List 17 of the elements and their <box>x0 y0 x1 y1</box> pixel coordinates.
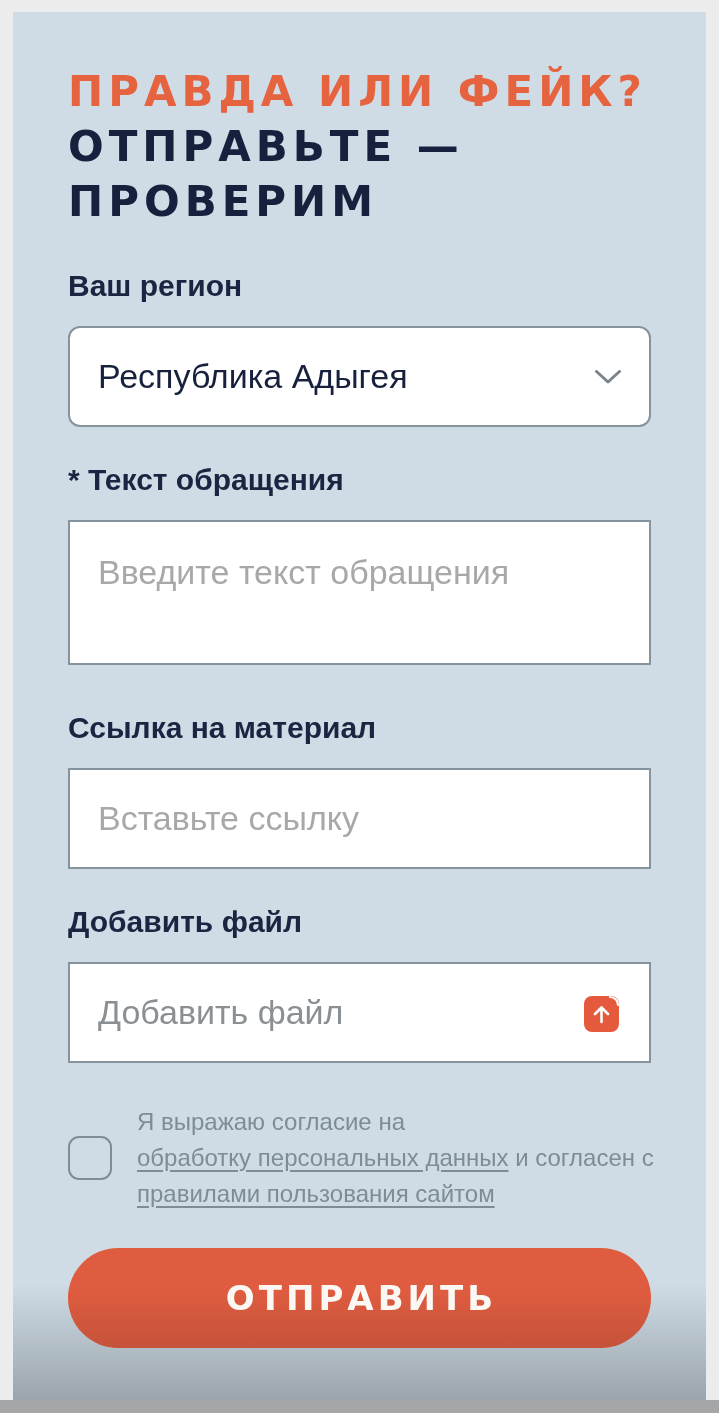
heading-question: ПРАВДА ИЛИ ФЕЙК? <box>68 65 648 118</box>
consent-link[interactable]: правилами пользования сайтом <box>137 1180 495 1207</box>
field-label: * Текст обращения <box>68 462 344 498</box>
chevron-down-icon <box>595 369 621 384</box>
submit-button[interactable]: ОТПРАВИТЬ <box>68 1248 651 1348</box>
field-label: Добавить файл <box>68 904 303 940</box>
field-label: Ваш регион <box>68 268 243 304</box>
consent-link[interactable]: обработку персональных данных <box>137 1144 509 1171</box>
region-select[interactable]: Республика Адыгея <box>68 326 651 427</box>
file-field[interactable]: Добавить файл <box>68 962 651 1063</box>
upload-icon[interactable] <box>584 993 620 1032</box>
consent-text: Я выражаю согласие на обработку персональных данных и согласен с правилами пользования сайтом <box>137 1107 655 1209</box>
link-field[interactable]: Вставьте ссылку <box>68 768 651 869</box>
field-label: Ссылка на материал <box>68 710 377 746</box>
consent-checkbox[interactable] <box>68 1136 112 1180</box>
heading-call: ОТПРАВЬТЕ — ПРОВЕРИМ <box>68 121 465 228</box>
message-field[interactable]: Введите текст обращения <box>68 520 651 665</box>
